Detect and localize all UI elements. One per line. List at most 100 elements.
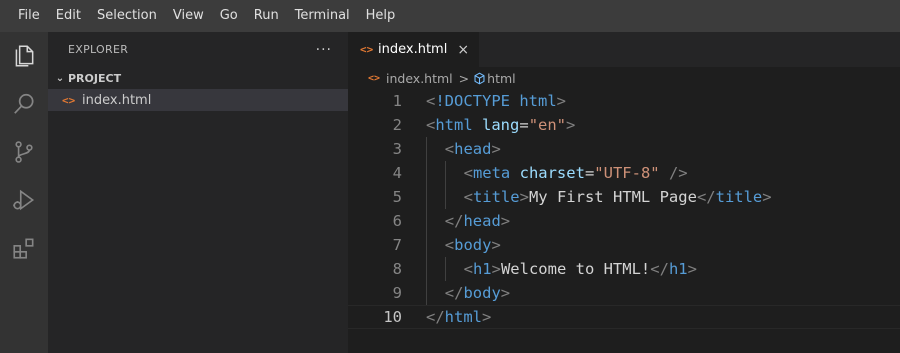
project-folder-label: PROJECT — [68, 71, 122, 85]
code-token: lang — [482, 116, 520, 134]
indent-guide — [444, 257, 446, 281]
file-item-label: index.html — [82, 92, 152, 108]
code-token: < — [426, 92, 436, 110]
indent-guide — [444, 185, 446, 209]
run-debug-icon[interactable] — [0, 176, 48, 224]
code-line[interactable]: 8 <h1>Welcome to HTML!</h1> — [348, 257, 900, 281]
code-token: > — [519, 188, 529, 206]
editor-tabs: <> index.html × — [348, 32, 900, 67]
menu-view[interactable]: View — [165, 0, 212, 32]
indent-guide — [426, 281, 427, 305]
code-token: </ — [696, 188, 716, 206]
code-line[interactable]: 4 <meta charset="UTF-8" /> — [348, 161, 900, 185]
code-text: <body> — [445, 236, 501, 254]
code-line[interactable]: 10 </html> — [348, 305, 900, 329]
tab-label: index.html — [378, 42, 448, 57]
code-text: </body> — [445, 284, 510, 302]
code-token: My First HTML Page — [528, 188, 697, 206]
menu-help[interactable]: Help — [358, 0, 404, 32]
indent-guide — [426, 233, 427, 257]
code-token: title — [472, 188, 520, 206]
more-actions-icon[interactable]: ··· — [316, 42, 332, 58]
code-text: </html> — [426, 308, 491, 326]
code-token: title — [715, 188, 763, 206]
code-token: h1 — [668, 260, 688, 278]
code-token: meta — [472, 164, 511, 182]
chevron-down-icon: ⌄ — [55, 72, 65, 84]
line-number: 3 — [392, 140, 402, 158]
search-icon[interactable] — [0, 80, 48, 128]
indent-guide — [426, 257, 427, 281]
line-number: 2 — [392, 116, 402, 134]
extensions-icon[interactable] — [0, 224, 48, 272]
activity-bar — [0, 32, 48, 353]
tab-index-html[interactable]: <> index.html × — [348, 32, 481, 67]
file-item-index-html[interactable]: <> index.html — [48, 89, 348, 111]
line-number: 5 — [392, 188, 402, 206]
code-editor[interactable]: 1 <!DOCTYPE html> 2 <html lang="en"> 3 <head>… — [348, 89, 900, 329]
code-text: <html lang="en"> — [426, 116, 575, 134]
code-text: <head> — [445, 140, 501, 158]
project-folder-header[interactable]: ⌄ PROJECT — [48, 67, 348, 89]
menu-file[interactable]: File — [10, 0, 48, 32]
code-token: h1 — [472, 260, 492, 278]
line-number: 8 — [392, 260, 402, 278]
code-token: > — [482, 308, 492, 326]
code-token: < — [463, 164, 473, 182]
close-icon[interactable]: × — [457, 42, 469, 58]
code-token: > — [491, 236, 501, 254]
code-line[interactable]: 2 <html lang="en"> — [348, 113, 900, 137]
line-number: 4 — [392, 164, 402, 182]
line-number: 7 — [392, 236, 402, 254]
code-token: Welcome to HTML! — [500, 260, 651, 278]
code-line[interactable]: 7 <body> — [348, 233, 900, 257]
breadcrumb-file[interactable]: index.html — [386, 71, 453, 86]
explorer-icon[interactable] — [0, 32, 48, 80]
symbol-box-icon — [473, 72, 487, 85]
line-number: 6 — [392, 212, 402, 230]
code-token: </ — [444, 212, 464, 230]
code-token: "en" — [528, 116, 567, 134]
breadcrumb-symbol[interactable]: html — [487, 71, 515, 86]
menu-go[interactable]: Go — [212, 0, 246, 32]
menu-edit[interactable]: Edit — [48, 0, 89, 32]
code-line[interactable]: 9 </body> — [348, 281, 900, 305]
editor-area: <> index.html × <> index.html > html 1 <!… — [348, 32, 900, 353]
breadcrumb-separator: > — [458, 70, 470, 86]
code-line[interactable]: 5 <title>My First HTML Page</title> — [348, 185, 900, 209]
code-token: > — [687, 260, 697, 278]
code-token: > — [491, 260, 501, 278]
code-token: body — [463, 284, 501, 302]
code-token: body — [454, 236, 492, 254]
code-token: < — [426, 116, 436, 134]
code-token: head — [463, 212, 501, 230]
code-line[interactable]: 3 <head> — [348, 137, 900, 161]
code-token: </ — [650, 260, 669, 278]
code-token: </ — [426, 308, 445, 326]
explorer-header: EXPLORER ··· — [48, 32, 348, 67]
menu-bar: File Edit Selection View Go Run Terminal… — [0, 0, 900, 32]
code-token: > — [500, 212, 511, 230]
line-number: 10 — [383, 308, 402, 326]
indent-guide — [444, 161, 446, 185]
code-token: > — [556, 92, 567, 110]
code-token: "UTF-8" — [594, 164, 660, 182]
code-token: html — [444, 308, 482, 326]
source-control-icon[interactable] — [0, 128, 48, 176]
code-token: < — [444, 140, 455, 158]
menu-selection[interactable]: Selection — [89, 0, 165, 32]
code-line[interactable]: 6 </head> — [348, 209, 900, 233]
indent-guide — [426, 185, 427, 209]
menu-run[interactable]: Run — [246, 0, 287, 32]
code-token: > — [762, 188, 772, 206]
menu-terminal[interactable]: Terminal — [287, 0, 358, 32]
code-text: <!DOCTYPE html> — [426, 92, 566, 110]
code-token: < — [463, 260, 473, 278]
code-line[interactable]: 1 <!DOCTYPE html> — [348, 89, 900, 113]
html-file-icon: <> — [360, 43, 374, 56]
code-token: < — [463, 188, 473, 206]
code-token: = — [519, 116, 529, 134]
html-file-icon: <> — [368, 72, 381, 84]
code-token: /> — [668, 164, 688, 182]
